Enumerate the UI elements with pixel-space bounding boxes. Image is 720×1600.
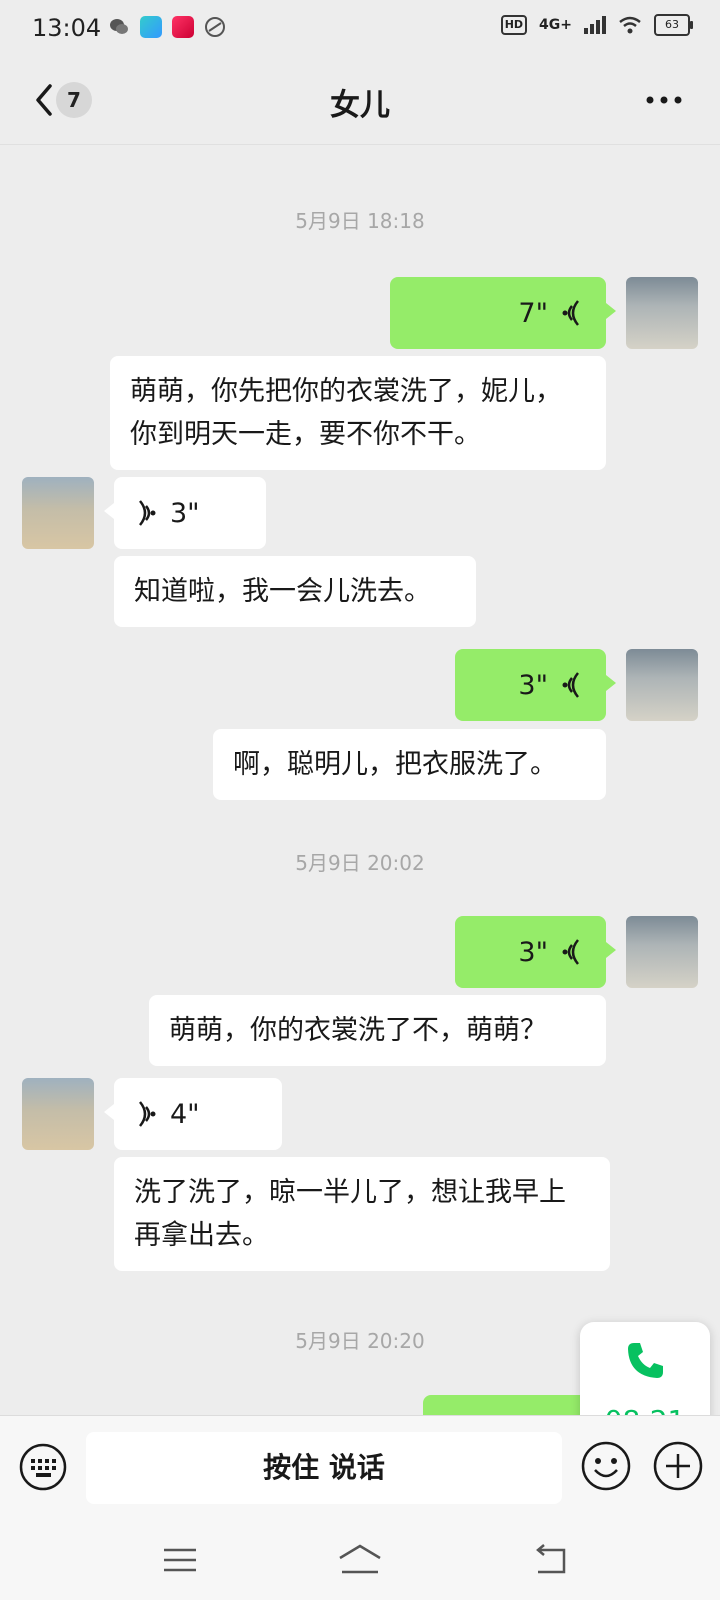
voice-transcript[interactable]: 洗了洗了，晾一半儿了，想让我早上再拿出去。 (114, 1157, 610, 1271)
battery-icon: 63 (654, 14, 693, 36)
voice-duration: 3" (518, 936, 548, 968)
voice-duration: 3" (518, 669, 548, 701)
wechat-notification-icon (110, 19, 128, 34)
wifi-icon (619, 16, 641, 34)
status-right: HD 4G+ 63 (500, 14, 693, 36)
voice-wave-icon (139, 1101, 156, 1127)
signal-icon (584, 16, 606, 34)
voice-transcript[interactable]: 萌萌，你的衣裳洗了不，萌萌？ (149, 995, 606, 1066)
voice-duration: 7" (518, 297, 548, 329)
contact-avatar[interactable] (22, 1078, 94, 1150)
emoji-icon[interactable] (580, 1440, 632, 1492)
voice-transcript[interactable]: 萌萌，你先把你的衣裳洗了，妮儿，你到明天一走，要不你不干。 (110, 356, 606, 470)
notification-icons (108, 16, 226, 38)
timestamp: 5月9日 20:02 (295, 851, 425, 875)
phone-icon (628, 1343, 663, 1378)
status-bar: 13:04 HD 4G+ 63 (0, 0, 720, 58)
voice-duration: 4" (170, 1098, 200, 1130)
app-notification-icon (172, 16, 194, 38)
more-options-icon[interactable] (644, 86, 684, 114)
voice-message-sent[interactable]: 7" (390, 277, 616, 349)
voice-wave-icon (562, 300, 579, 326)
voice-wave-icon (139, 500, 156, 526)
hold-to-talk-button[interactable]: 按住 说话 (86, 1432, 562, 1504)
status-time: 13:04 (32, 14, 102, 42)
app-notification-icon (205, 17, 225, 37)
voice-message-received[interactable]: 4" (104, 1078, 282, 1150)
menu-icon[interactable] (160, 1540, 200, 1580)
voice-transcript[interactable]: 啊，聪明儿，把衣服洗了。 (213, 729, 606, 800)
app-notification-icon (140, 16, 162, 38)
back-icon[interactable] (530, 1540, 570, 1580)
my-avatar[interactable] (626, 277, 698, 349)
hd-icon: HD (500, 15, 528, 35)
voice-message-sent-partial[interactable] (423, 1395, 606, 1415)
my-avatar[interactable] (626, 916, 698, 988)
chat-header: 7 女儿 (0, 58, 720, 145)
keyboard-toggle-icon[interactable] (18, 1442, 68, 1492)
voice-wave-icon (562, 939, 579, 965)
contact-avatar[interactable] (22, 477, 94, 549)
voice-duration: 3" (170, 497, 200, 529)
voice-message-sent[interactable]: 3" (455, 916, 616, 988)
timestamp: 5月9日 18:18 (295, 209, 425, 233)
plus-icon[interactable] (652, 1440, 704, 1492)
voice-message-sent[interactable]: 3" (455, 649, 616, 721)
input-bar: 按住 说话 (0, 1415, 720, 1520)
my-avatar[interactable] (626, 649, 698, 721)
chat-messages[interactable]: 5月9日 18:18 7" 萌萌，你先把你的衣裳洗了，妮儿，你到明天一走，要不你… (0, 145, 720, 1415)
voice-transcript[interactable]: 知道啦，我一会儿洗去。 (114, 556, 476, 627)
chat-title: 女儿 (330, 88, 390, 123)
home-icon[interactable] (336, 1540, 384, 1580)
system-navigation-bar (0, 1520, 720, 1600)
voice-wave-icon (562, 672, 579, 698)
network-label: 4G+ (539, 17, 572, 33)
voice-message-received[interactable]: 3" (104, 477, 266, 549)
